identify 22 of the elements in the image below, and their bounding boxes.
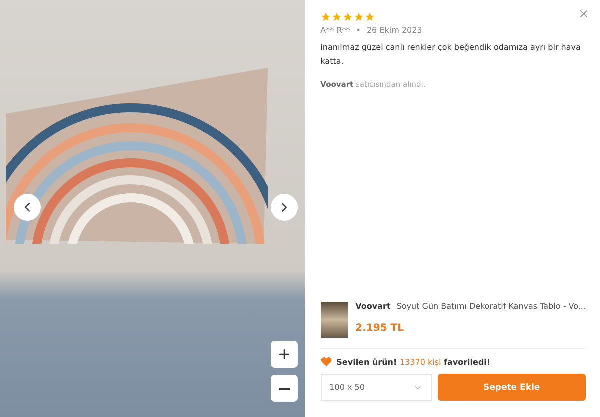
star-icon [342, 12, 353, 22]
review-author: A** R** [320, 26, 350, 35]
review-text: inanılmaz güzel canlı renkler çok beğendik odamıza ayrı bir hava katta. [320, 42, 582, 68]
separator-dot: • [356, 26, 361, 35]
star-icon [320, 12, 331, 22]
plus-icon [277, 347, 292, 362]
size-select[interactable]: 100 x 50 [320, 374, 432, 401]
product-brand: Voovart [356, 302, 391, 311]
review-date: 26 Ekim 2023 [366, 26, 422, 35]
product-title: Soyut Gün Batımı Dekoratif Kanvas Tablo - Vo... [396, 302, 586, 311]
product-price: 2.195 TL [356, 323, 405, 334]
star-icon [332, 12, 342, 22]
product-thumbnail [320, 302, 348, 338]
star-icon [364, 12, 375, 22]
star-icon [354, 12, 364, 22]
zoom-out-button[interactable] [271, 375, 298, 402]
next-button[interactable] [271, 194, 298, 221]
heart-icon [320, 357, 332, 367]
minus-icon [279, 388, 290, 390]
close-icon[interactable] [578, 8, 590, 20]
favorite-note: Sevilen ürün! 13370 kişi favoriledi! [336, 358, 491, 366]
zoom-in-button[interactable] [271, 341, 298, 368]
